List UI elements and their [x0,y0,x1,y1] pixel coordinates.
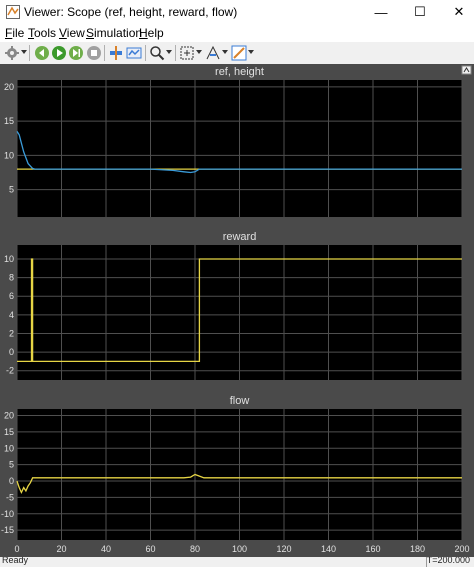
reward-ytick-label: 10 [4,254,14,264]
menu-simulation-rest: imulation [94,26,143,40]
menu-simulation[interactable]: Simulation [86,26,142,40]
gear-dropdown-caret[interactable] [21,50,27,54]
ref-height-ytick-label: 10 [4,150,14,160]
run-icon[interactable] [51,45,67,61]
flow-xtick-label: 200 [454,544,469,554]
maximize-icon: ☐ [414,4,426,19]
close-icon: ✕ [453,4,465,19]
step-back-icon[interactable] [34,45,50,61]
window-title: Viewer: Scope (ref, height, reward, flow… [24,5,238,19]
reward-ytick-label: 4 [9,310,14,320]
cursor-measure-icon[interactable] [205,45,221,61]
flow-ytick-label: 10 [4,443,14,453]
autoscale-icon[interactable] [179,45,195,61]
menu-help-rest: elp [147,26,164,40]
flow-xtick-label: 160 [365,544,380,554]
flow-xtick-label: 20 [56,544,66,554]
flow-ytick-label: -15 [1,525,14,535]
status-bar: Ready T=200.000 [0,557,474,567]
menu-tools[interactable]: Tools [28,26,56,40]
menu-tools-rest: ools [34,26,57,40]
toolbar-separator [175,45,176,61]
status-ready: Ready [2,557,29,565]
ref-height-title: ref, height [215,66,264,78]
highlight-icon[interactable] [108,45,124,61]
menu-bar: File Tools View Simulation Help [0,24,474,42]
toolbar-separator [104,45,105,61]
style-icon[interactable] [231,45,247,61]
reward-ytick-label: 0 [9,347,14,357]
menu-view-rest: iew [66,26,85,40]
toolbar-separator [29,45,30,61]
zoom-icon[interactable] [149,45,165,61]
flow-xtick-label: 80 [190,544,200,554]
menu-file[interactable]: File [5,26,24,40]
reward-ytick-label: -2 [6,366,14,376]
menu-file-rest: ile [12,26,25,40]
menu-help-accel: H [139,26,148,40]
menu-help[interactable]: Help [139,26,164,40]
reward-ytick-label: 2 [9,328,14,338]
flow-ytick-label: -5 [6,492,14,502]
style-dropdown-caret[interactable] [248,50,254,54]
stop-icon[interactable] [86,45,102,61]
title-bar: Viewer: Scope (ref, height, reward, flow… [0,0,474,24]
zoom-dropdown-caret[interactable] [166,50,172,54]
scope-app-icon [6,5,20,19]
signal-select-icon[interactable] [126,45,142,61]
close-button[interactable]: ✕ [436,0,474,24]
flow-ytick-label: 15 [4,427,14,437]
flow-ytick-label: 0 [9,476,14,486]
gear-icon[interactable] [4,45,20,61]
reward-title: reward [223,231,257,243]
flow-xtick-label: 0 [14,544,19,554]
ref-height-ytick-label: 5 [9,185,14,195]
menu-simulation-accel: S [86,26,95,40]
flow-ytick-label: 20 [4,411,14,421]
reward-ytick-label: 8 [9,273,14,283]
ref-height-ytick-label: 15 [4,116,14,126]
flow-xtick-label: 140 [321,544,336,554]
flow-xtick-label: 100 [232,544,247,554]
scope-display: 5 10 15 20 ref, height -2 0 2 4 6 8 10 reward -15 -10 -… [0,64,474,557]
flow-title: flow [230,395,250,407]
simulation-time: T=200.000 [426,557,470,565]
flow-ytick-label: -10 [1,509,14,519]
toolbar-separator [145,45,146,61]
minimize-icon: — [374,4,388,20]
menu-view[interactable]: View [59,26,85,40]
toolbar [0,42,474,65]
flow-xtick-label: 180 [410,544,425,554]
scope-plots: 5 10 15 20 ref, height -2 0 2 4 6 8 10 reward -15 -10 -… [1,65,472,554]
reward-ytick-label: 6 [9,291,14,301]
flow-ytick-label: 5 [9,460,14,470]
flow-xtick-label: 40 [101,544,111,554]
flow-xtick-label: 120 [276,544,291,554]
step-forward-icon[interactable] [68,45,84,61]
flow-xtick-label: 60 [145,544,155,554]
triggers-dropdown-caret[interactable] [222,50,228,54]
ref-height-ytick-label: 20 [4,82,14,92]
autoscale-dropdown-caret[interactable] [196,50,202,54]
menu-view-accel: V [59,26,67,40]
